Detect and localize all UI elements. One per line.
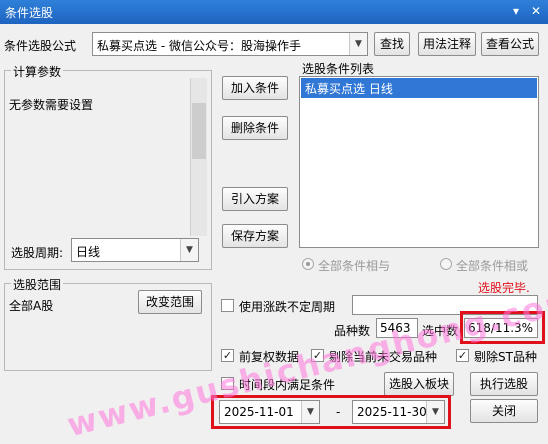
highlight-box-dates (211, 395, 451, 429)
variable-period-checkbox[interactable] (221, 299, 234, 312)
range-legend: 选股范围 (11, 276, 64, 293)
time-range-checkbox[interactable] (221, 377, 234, 390)
highlight-box-selected (460, 311, 545, 344)
radio-and-label: 全部条件相与 (318, 259, 391, 273)
period-select[interactable]: 日线 ▼ (71, 238, 199, 262)
pin-icon[interactable]: ▾ (506, 3, 526, 20)
count-label: 品种数 (334, 324, 371, 338)
period-select-value: 日线 (76, 245, 101, 259)
params-scrollbar[interactable] (190, 78, 207, 236)
exclude-st-checkbox[interactable]: ✓ (456, 349, 469, 362)
params-legend: 计算参数 (11, 63, 64, 80)
formula-select-value: 私募买点选 - 微信公众号：股海操作手 (97, 39, 301, 53)
conditions-list[interactable]: 私募买点选 日线 (299, 76, 539, 248)
count-value: 5463 (376, 318, 418, 338)
view-formula-button[interactable]: 查看公式 (481, 32, 539, 56)
save-plan-button[interactable]: 保存方案 (222, 224, 288, 248)
radio-or[interactable] (440, 258, 452, 270)
status-text: 选股完毕. (478, 281, 530, 295)
radio-and[interactable] (302, 258, 314, 270)
formula-select[interactable]: 私募买点选 - 微信公众号：股海操作手 ▼ (92, 32, 368, 56)
exclude-untraded-checkbox[interactable]: ✓ (311, 349, 324, 362)
variable-period-label: 使用涨跌不定周期 (239, 300, 336, 314)
list-item[interactable]: 私募买点选 日线 (301, 78, 537, 98)
delete-condition-button[interactable]: 删除条件 (222, 116, 288, 140)
execute-button[interactable]: 执行选股 (470, 372, 538, 396)
import-plan-button[interactable]: 引入方案 (222, 187, 288, 211)
formula-label: 条件选股公式 (4, 39, 77, 53)
add-condition-button[interactable]: 加入条件 (222, 76, 288, 100)
time-range-label: 时间段内满足条件 (239, 378, 336, 392)
chevron-down-icon[interactable]: ▼ (349, 33, 367, 55)
window-title: 条件选股 (5, 6, 54, 20)
pre-adjust-checkbox[interactable]: ✓ (221, 349, 234, 362)
title-bar: 条件选股 ▾ ✕ (0, 0, 548, 24)
close-button[interactable]: 关闭 (470, 399, 538, 423)
find-button[interactable]: 查找 (374, 32, 410, 56)
usage-button[interactable]: 用法注释 (418, 32, 476, 56)
period-label: 选股周期: (11, 246, 64, 260)
scrollbar-thumb[interactable] (192, 103, 206, 159)
range-value: 全部A股 (9, 299, 54, 313)
conditions-legend: 选股条件列表 (302, 62, 375, 76)
selected-label: 选中数 (422, 324, 459, 338)
params-message: 无参数需要设置 (9, 98, 94, 112)
pre-adjust-label: 前复权数据 (239, 350, 300, 364)
change-range-button[interactable]: 改变范围 (138, 290, 202, 314)
chevron-down-icon[interactable]: ▼ (180, 239, 198, 261)
radio-or-label: 全部条件相或 (456, 259, 529, 273)
close-icon[interactable]: ✕ (526, 3, 546, 20)
exclude-untraded-label: 剔除当前未交易品种 (329, 350, 438, 364)
exclude-st-label: 剔除ST品种 (474, 350, 537, 364)
add-to-block-button[interactable]: 选股入板块 (384, 372, 454, 396)
